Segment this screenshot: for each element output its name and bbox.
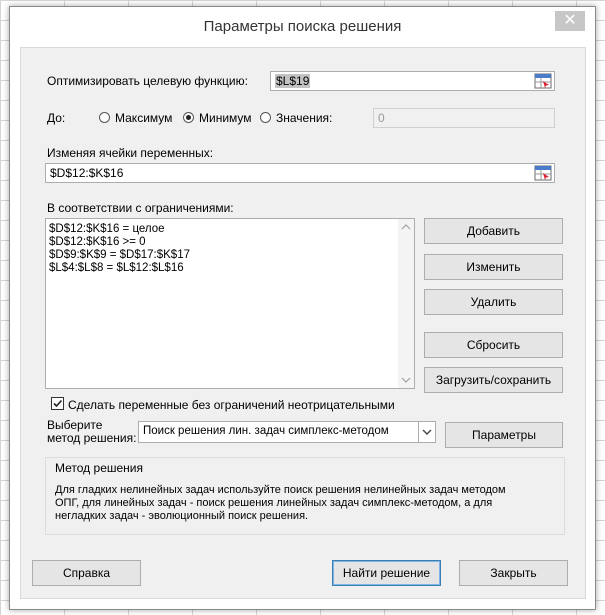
solving-method-value: Поиск решения лин. задач симплекс-методо… bbox=[143, 425, 389, 437]
method-description-line1: Для гладких нелинейных задач используйте… bbox=[55, 484, 506, 496]
load-save-button[interactable]: Загрузить/сохранить bbox=[424, 367, 563, 393]
value-of-input[interactable]: 0 bbox=[373, 108, 555, 128]
dropdown-arrow[interactable] bbox=[418, 422, 435, 442]
objective-label: Оптимизировать целевую функцию: bbox=[47, 74, 248, 88]
solve-button[interactable]: Найти решение bbox=[332, 560, 441, 586]
range-select-icon[interactable] bbox=[534, 73, 552, 89]
add-button[interactable]: Добавить bbox=[424, 218, 563, 244]
change-button[interactable]: Изменить bbox=[424, 254, 563, 280]
radio-maximum-label: Максимум bbox=[115, 111, 173, 125]
range-select-icon[interactable] bbox=[534, 165, 552, 181]
method-description-title: Метод решения bbox=[55, 461, 143, 475]
title-bar: Параметры поиска решения ✕ bbox=[10, 7, 595, 47]
method-description-group: Метод решения Для гладких нелинейных зад… bbox=[45, 457, 565, 535]
close-button[interactable]: Закрыть bbox=[459, 560, 568, 586]
help-button[interactable]: Справка bbox=[32, 560, 141, 586]
constraints-label: В соответствии с ограничениями: bbox=[47, 201, 234, 215]
variables-input[interactable]: $D$12:$K$16 bbox=[45, 163, 555, 183]
method-description-line2: ОПГ, для линейных задач - поиск решения … bbox=[55, 497, 493, 509]
to-label: До: bbox=[47, 111, 66, 125]
options-button[interactable]: Параметры bbox=[445, 422, 563, 448]
chevron-down-icon bbox=[422, 429, 432, 435]
method-description-line3: негладких задач - эволюционный поиск реш… bbox=[55, 510, 309, 522]
objective-input[interactable]: $L$19 bbox=[270, 71, 555, 91]
nonneg-checkbox[interactable] bbox=[51, 397, 64, 410]
radio-value-of-label: Значения: bbox=[276, 111, 333, 125]
solving-method-select[interactable]: Поиск решения лин. задач симплекс-методо… bbox=[138, 421, 436, 443]
variables-value: $D$12:$K$16 bbox=[50, 166, 124, 180]
method-label-line2: метод решения: bbox=[47, 431, 137, 445]
method-label-line1: Выберите bbox=[47, 418, 103, 432]
solver-parameters-dialog: Параметры поиска решения ✕ Оптимизироват… bbox=[9, 6, 596, 610]
nonneg-label: Сделать переменные без ограничений неотр… bbox=[68, 398, 395, 412]
scroll-down-icon[interactable] bbox=[401, 377, 411, 383]
close-window-button[interactable]: ✕ bbox=[555, 11, 585, 31]
reset-button[interactable]: Сбросить bbox=[424, 332, 563, 358]
list-item[interactable]: $D$12:$K$16 >= 0 bbox=[49, 236, 146, 248]
variables-label: Изменяя ячейки переменных: bbox=[47, 146, 214, 160]
constraints-scrollbar[interactable] bbox=[398, 219, 414, 388]
checkmark-icon bbox=[53, 399, 63, 408]
radio-maximum[interactable] bbox=[99, 112, 110, 123]
list-item[interactable]: $D$12:$K$16 = целое bbox=[49, 223, 165, 235]
dialog-body: Оптимизировать целевую функцию: $L$19 До… bbox=[20, 47, 586, 599]
list-item[interactable]: $D$9:$K$9 = $D$17:$K$17 bbox=[49, 249, 190, 261]
delete-button[interactable]: Удалить bbox=[424, 289, 563, 315]
scroll-up-icon[interactable] bbox=[401, 224, 411, 230]
objective-value: $L$19 bbox=[275, 74, 311, 88]
radio-minimum-label: Минимум bbox=[199, 111, 252, 125]
radio-minimum[interactable] bbox=[183, 112, 194, 123]
list-item[interactable]: $L$4:$L$8 = $L$12:$L$16 bbox=[49, 262, 184, 274]
radio-value-of[interactable] bbox=[260, 112, 271, 123]
dialog-title: Параметры поиска решения bbox=[203, 18, 402, 35]
constraints-list[interactable]: $D$12:$K$16 = целое $D$12:$K$16 >= 0 $D$… bbox=[45, 218, 415, 389]
